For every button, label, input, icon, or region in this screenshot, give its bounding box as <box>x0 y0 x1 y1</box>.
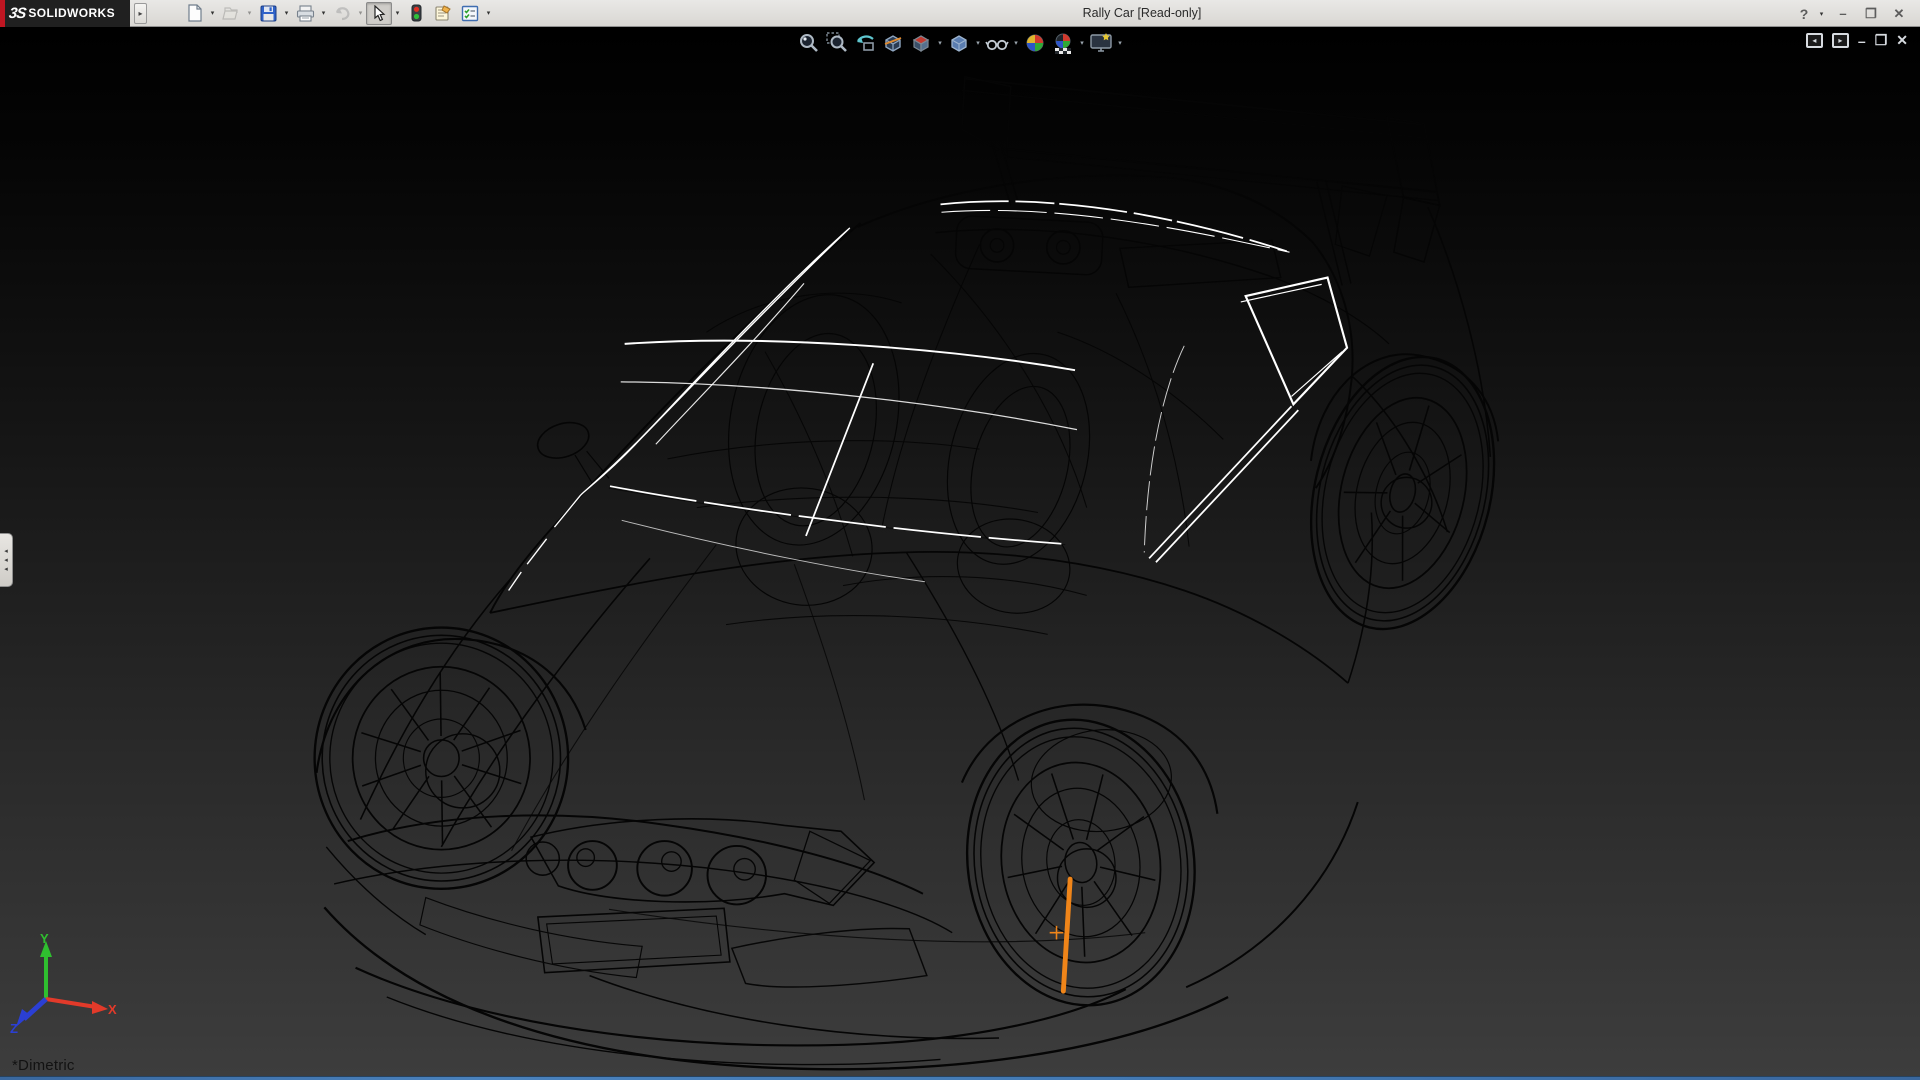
display-style-caret[interactable]: ▾ <box>974 39 982 47</box>
edit-appearance-button[interactable] <box>1022 31 1048 55</box>
select-button[interactable] <box>366 2 392 25</box>
logo-wordmark: SOLIDWORKS <box>28 6 115 20</box>
section-cube-icon <box>882 32 904 54</box>
scene-sphere-icon <box>1051 32 1075 54</box>
help-button[interactable]: ? <box>1797 6 1811 22</box>
featuremanager-collapsed-tab[interactable]: ◂ ◂ ◂ <box>0 533 13 587</box>
view-settings-caret[interactable]: ▾ <box>1116 39 1124 47</box>
checklist-icon <box>461 5 479 22</box>
orientation-triad[interactable]: Y X Z <box>8 931 118 1036</box>
options-notepad-icon <box>434 5 452 22</box>
new-document-button[interactable] <box>181 2 207 25</box>
panel-arrow-icon: ◂ <box>4 548 8 555</box>
document-window-controls: ◂ ▸ – ❐ ✕ <box>1806 32 1908 49</box>
help-dropdown-caret[interactable]: ▾ <box>1817 10 1826 18</box>
print-dropdown-caret[interactable]: ▾ <box>319 9 328 17</box>
magnifier-icon <box>798 32 820 54</box>
front-left-wheel <box>315 628 568 889</box>
rear-right-wheel <box>1284 337 1521 648</box>
undo-dropdown-caret[interactable]: ▾ <box>356 9 365 17</box>
view-orientation-label: *Dimetric <box>12 1057 75 1074</box>
panel-arrow-icon: ◂ <box>4 557 8 564</box>
floppy-disk-icon <box>260 5 277 22</box>
minimize-button[interactable]: – <box>1832 6 1854 21</box>
zoom-to-fit-button[interactable] <box>796 31 822 55</box>
print-button[interactable] <box>292 2 318 25</box>
section-view-button[interactable] <box>880 31 906 55</box>
solidworks-window: 3S SOLIDWORKS ▸ ▾ ▾ <box>0 0 1920 1080</box>
main-toolbar: ▾ ▾ ▾ <box>181 2 493 25</box>
viewport-canvas[interactable] <box>0 27 1920 1076</box>
file-properties-dropdown-caret[interactable]: ▾ <box>484 9 493 17</box>
zoom-to-area-button[interactable] <box>824 31 850 55</box>
apply-scene-caret[interactable]: ▾ <box>1078 39 1086 47</box>
new-dropdown-caret[interactable]: ▾ <box>208 9 217 17</box>
printer-icon <box>296 5 315 22</box>
hide-show-items-button[interactable] <box>984 31 1010 55</box>
save-dropdown-caret[interactable]: ▾ <box>282 9 291 17</box>
monitor-icon <box>1089 32 1113 54</box>
doc-restore-button[interactable]: ❐ <box>1875 32 1888 49</box>
color-sphere-icon <box>1024 32 1046 54</box>
doc-close-button[interactable]: ✕ <box>1896 32 1908 49</box>
front-right-wheel <box>949 705 1213 1020</box>
magnifier-area-icon <box>826 32 848 54</box>
triad-x-label: X <box>108 1002 117 1017</box>
menu-flyout-button[interactable]: ▸ <box>134 3 147 24</box>
apply-scene-button[interactable] <box>1050 31 1076 55</box>
restore-button[interactable]: ❐ <box>1860 6 1882 22</box>
open-folder-icon <box>222 5 241 21</box>
undo-button[interactable] <box>329 2 355 25</box>
view-cube-icon <box>910 32 932 54</box>
view-orientation-button[interactable] <box>908 31 934 55</box>
highlighted-edges <box>509 201 1347 590</box>
graphics-viewport[interactable]: ▾ ▾ ▾ <box>0 27 1920 1076</box>
view-settings-button[interactable] <box>1088 31 1114 55</box>
file-properties-button[interactable] <box>457 2 483 25</box>
panel-arrow-icon: ◂ <box>4 566 8 573</box>
doc-minimize-button[interactable]: – <box>1858 33 1866 49</box>
undo-arrow-icon <box>333 5 352 22</box>
view-orientation-caret[interactable]: ▾ <box>936 39 944 47</box>
select-dropdown-caret[interactable]: ▾ <box>393 9 402 17</box>
window-controls: ? ▾ – ❐ ✕ <box>1797 0 1910 27</box>
hide-show-items-caret[interactable]: ▾ <box>1012 39 1020 47</box>
close-button[interactable]: ✕ <box>1888 6 1910 22</box>
rebuild-button[interactable] <box>403 2 429 25</box>
solidworks-logo: 3S SOLIDWORKS <box>0 0 130 27</box>
display-style-button[interactable] <box>946 31 972 55</box>
heads-up-view-toolbar: ▾ ▾ ▾ <box>0 30 1920 56</box>
cursor-arrow-icon <box>372 5 386 22</box>
taskbar-edge <box>0 1076 1920 1080</box>
eyeglasses-icon <box>985 32 1009 54</box>
titlebar: 3S SOLIDWORKS ▸ ▾ ▾ <box>0 0 1920 27</box>
options-button[interactable] <box>430 2 456 25</box>
open-dropdown-caret[interactable]: ▾ <box>245 9 254 17</box>
traffic-light-icon <box>411 4 422 22</box>
display-style-cube-icon <box>948 32 970 54</box>
window-title: Rally Car [Read-only] <box>1010 6 1274 20</box>
previous-view-icon <box>854 32 876 54</box>
open-button[interactable] <box>218 2 244 25</box>
collapse-pane-left-button[interactable]: ◂ <box>1806 33 1823 48</box>
save-button[interactable] <box>255 2 281 25</box>
triad-z-label: Z <box>10 1021 18 1036</box>
expand-pane-right-button[interactable]: ▸ <box>1832 33 1849 48</box>
previous-view-button[interactable] <box>852 31 878 55</box>
new-page-icon <box>186 4 203 22</box>
triad-y-label: Y <box>40 931 49 946</box>
logo-3s-glyph: 3S <box>8 5 27 22</box>
